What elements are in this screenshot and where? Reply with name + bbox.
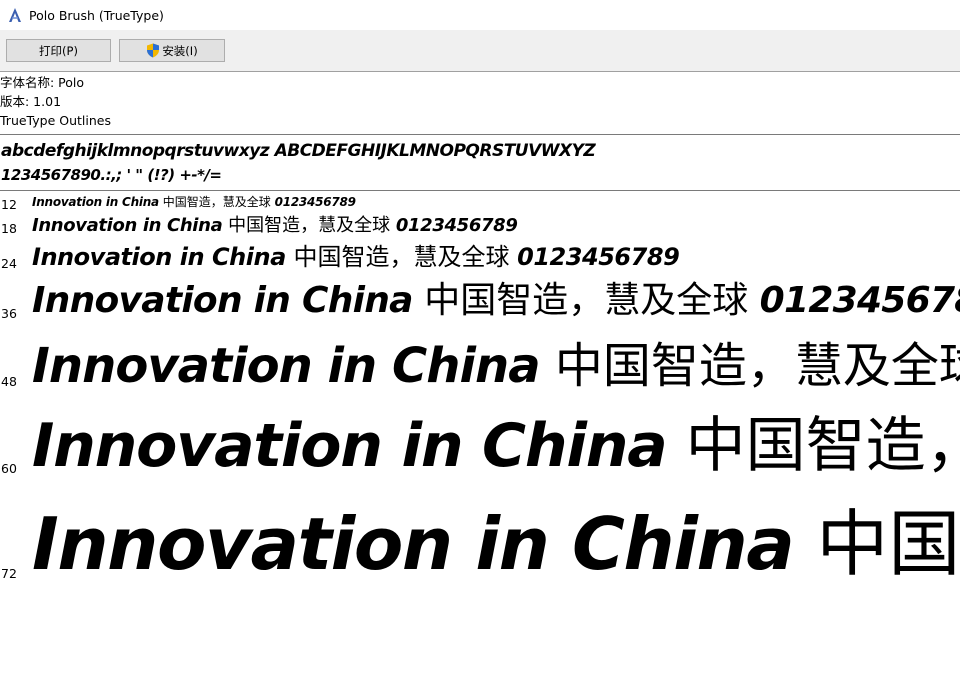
charset-symbols: 1234567890.:,; ' " (!?) +-*/= — [1, 166, 222, 184]
sample-row-48: 48 Innovation in China 中国智造，慧及全球 0123456… — [0, 334, 960, 400]
sample-latin: Innovation in China — [32, 338, 541, 394]
print-button[interactable]: 打印(P) — [6, 39, 111, 62]
size-label: 48 — [1, 374, 17, 389]
title-bar: Polo Brush (TrueType) — [0, 0, 960, 30]
sample-cjk: 中国智造，慧及全球 — [685, 411, 960, 481]
sample-text: Innovation in China 中国智造，慧及全球 0123456789 — [32, 508, 960, 580]
font-version-line: 版本: 1.01 — [0, 94, 62, 109]
sample-text: Innovation in China 中国智造，慧及全球 0123456789 — [32, 196, 356, 208]
sample-row-36: 36 Innovation in China 中国智造，慧及全球 0123456… — [0, 278, 960, 330]
sample-row-18: 18 Innovation in China 中国智造，慧及全球 0123456… — [0, 215, 960, 241]
sample-latin: Innovation in China — [32, 502, 795, 586]
sample-row-72: 72 Innovation in China 中国智造，慧及全球 0123456… — [0, 494, 960, 596]
sample-cjk: 中国智造，慧及全球 — [162, 195, 271, 209]
sample-text: Innovation in China 中国智造，慧及全球 0123456789 — [32, 416, 960, 476]
size-label: 72 — [1, 566, 17, 581]
sample-row-12: 12 Innovation in China 中国智造，慧及全球 0123456… — [0, 195, 960, 213]
sample-text: Innovation in China 中国智造，慧及全球 0123456789 — [32, 243, 680, 271]
sample-cjk: 中国智造，慧及全球 — [424, 280, 749, 321]
size-label: 60 — [1, 461, 17, 476]
sample-latin: Innovation in China — [32, 215, 223, 236]
sample-row-60: 60 Innovation in China 中国智造，慧及全球 0123456… — [0, 404, 960, 490]
charset-letters: abcdefghijklmnopqrstuvwxyz ABCDEFGHIJKLM… — [1, 141, 596, 161]
size-label: 18 — [1, 221, 17, 236]
sample-digits: 0123456789 — [759, 280, 960, 321]
shield-icon — [146, 43, 160, 58]
toolbar: 打印(P) 安装(I) — [0, 30, 960, 72]
sample-text: Innovation in China 中国智造，慧及全球 0123456789 — [32, 283, 960, 319]
outline-type-line: TrueType Outlines — [0, 113, 111, 128]
sample-cjk: 中国智造，慧及全球 — [816, 502, 960, 586]
font-app-icon — [7, 7, 23, 23]
size-label: 12 — [1, 197, 17, 212]
sample-digits: 0123456789 — [517, 243, 680, 271]
sample-text: Innovation in China 中国智造，慧及全球 0123456789 — [32, 342, 960, 390]
font-info: 字体名称: Polo 版本: 1.01 TrueType Outlines — [0, 73, 960, 130]
sample-latin: Innovation in China — [32, 195, 159, 209]
sample-latin: Innovation in China — [32, 280, 413, 321]
install-button[interactable]: 安装(I) — [119, 39, 225, 62]
sample-cjk: 中国智造，慧及全球 — [554, 338, 960, 394]
font-name-line: 字体名称: Polo — [0, 75, 85, 90]
install-button-label: 安装(I) — [162, 43, 198, 58]
divider — [0, 134, 960, 135]
sample-row-24: 24 Innovation in China 中国智造，慧及全球 0123456… — [0, 242, 960, 276]
sample-cjk: 中国智造，慧及全球 — [228, 215, 391, 236]
window-title: Polo Brush (TrueType) — [29, 7, 164, 23]
size-label: 24 — [1, 256, 17, 271]
sample-latin: Innovation in China — [32, 243, 286, 271]
divider — [0, 190, 960, 191]
size-label: 36 — [1, 306, 17, 321]
sample-digits: 0123456789 — [395, 215, 518, 236]
print-button-label: 打印(P) — [39, 43, 78, 58]
charset-sample: abcdefghijklmnopqrstuvwxyz ABCDEFGHIJKLM… — [1, 138, 959, 186]
font-viewer-window: Polo Brush (TrueType) 打印(P) 安装(I) 字体名称: … — [0, 0, 960, 700]
sample-cjk: 中国智造，慧及全球 — [293, 243, 510, 271]
sample-text: Innovation in China 中国智造，慧及全球 0123456789 — [32, 217, 518, 235]
sample-latin: Innovation in China — [32, 411, 668, 481]
sample-digits: 0123456789 — [274, 195, 356, 209]
